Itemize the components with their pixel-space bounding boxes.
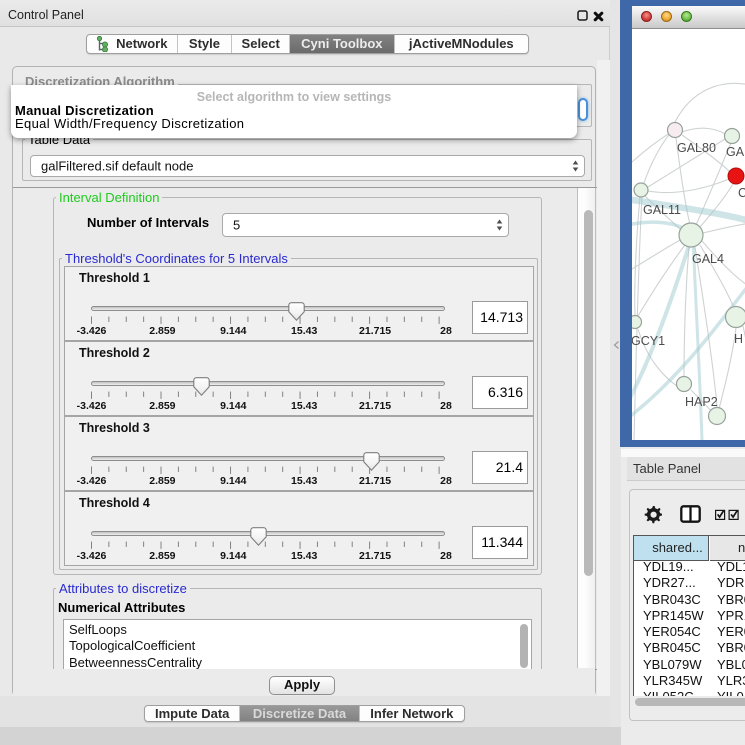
svg-text:GAL4: GAL4 (692, 252, 724, 266)
svg-text:HAP2: HAP2 (685, 395, 718, 409)
svg-text:GA: GA (726, 145, 745, 159)
svg-text:GAL80: GAL80 (677, 141, 716, 155)
svg-text:GCY1: GCY1 (632, 334, 665, 348)
svg-text:GAL11: GAL11 (643, 203, 681, 217)
svg-text:H: H (734, 332, 743, 346)
svg-text:C: C (738, 186, 745, 200)
